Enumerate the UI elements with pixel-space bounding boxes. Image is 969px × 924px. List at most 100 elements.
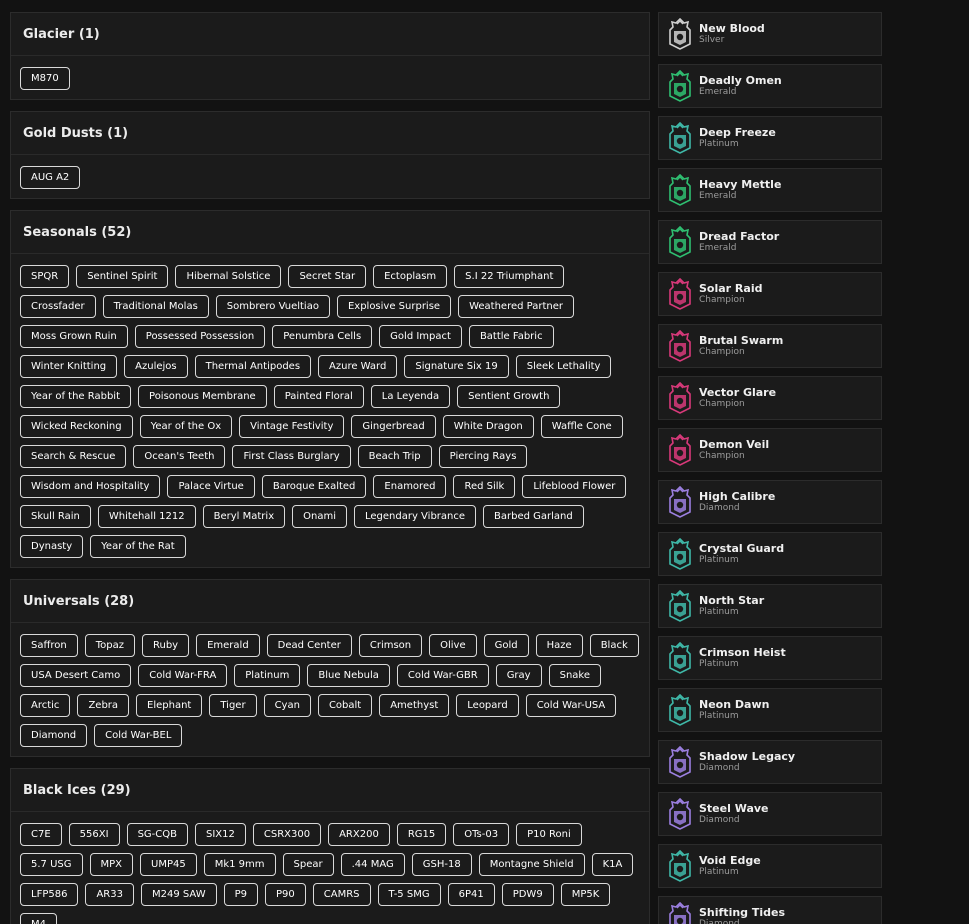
skin-chip[interactable]: Montagne Shield <box>478 853 585 876</box>
skin-chip[interactable]: Ectoplasm <box>373 265 448 288</box>
charm-item-crimson-heist[interactable]: Crimson Heist Platinum <box>658 636 882 680</box>
skin-chip[interactable]: Cyan <box>263 694 311 717</box>
skin-chip[interactable]: Thermal Antipodes <box>194 355 312 378</box>
skin-chip[interactable]: Leopard <box>456 694 519 717</box>
skin-chip[interactable]: PDW9 <box>501 883 554 906</box>
skin-chip[interactable]: P9 <box>223 883 258 906</box>
skin-chip[interactable]: USA Desert Camo <box>20 664 132 687</box>
skin-chip[interactable]: Red Silk <box>453 475 516 498</box>
skin-chip[interactable]: Painted Floral <box>273 385 364 408</box>
charm-item-steel-wave[interactable]: Steel Wave Diamond <box>658 792 882 836</box>
skin-chip[interactable]: Sombrero Vueltiao <box>215 295 330 318</box>
skin-chip[interactable]: Onami <box>292 505 347 528</box>
skin-chip[interactable]: Search & Rescue <box>20 445 127 468</box>
skin-chip[interactable]: .44 MAG <box>340 853 405 876</box>
skin-chip[interactable]: Waffle Cone <box>540 415 623 438</box>
charm-item-solar-raid[interactable]: Solar Raid Champion <box>658 272 882 316</box>
skin-chip[interactable]: Enamored <box>373 475 447 498</box>
skin-chip[interactable]: GSH-18 <box>411 853 472 876</box>
skin-chip[interactable]: Winter Knitting <box>20 355 118 378</box>
skin-chip[interactable]: Gray <box>495 664 542 687</box>
skin-chip[interactable]: Sentient Growth <box>457 385 561 408</box>
skin-chip[interactable]: Gold <box>483 634 529 657</box>
skin-chip[interactable]: S.I 22 Triumphant <box>454 265 565 288</box>
skin-chip[interactable]: Lifeblood Flower <box>522 475 627 498</box>
skin-chip[interactable]: Beryl Matrix <box>202 505 286 528</box>
skin-chip[interactable]: Dynasty <box>20 535 84 558</box>
skin-chip[interactable]: Topaz <box>84 634 135 657</box>
skin-chip[interactable]: MP5K <box>560 883 611 906</box>
skin-chip[interactable]: Cold War-GBR <box>396 664 489 687</box>
skin-chip[interactable]: Sleek Lethality <box>515 355 612 378</box>
skin-chip[interactable]: Olive <box>429 634 477 657</box>
skin-chip[interactable]: Cold War-FRA <box>138 664 228 687</box>
charm-item-deep-freeze[interactable]: Deep Freeze Platinum <box>658 116 882 160</box>
skin-chip[interactable]: Tiger <box>209 694 257 717</box>
skin-chip[interactable]: OTs-03 <box>453 823 510 846</box>
skin-chip[interactable]: Hibernal Solstice <box>175 265 282 288</box>
skin-chip[interactable]: P10 Roni <box>516 823 582 846</box>
skin-chip[interactable]: Whitehall 1212 <box>97 505 196 528</box>
skin-chip[interactable]: Poisonous Membrane <box>138 385 267 408</box>
skin-chip[interactable]: Emerald <box>196 634 260 657</box>
skin-chip[interactable]: Palace Virtue <box>167 475 255 498</box>
skin-chip[interactable]: Possessed Possession <box>134 325 266 348</box>
skin-chip[interactable]: Traditional Molas <box>102 295 209 318</box>
skin-chip[interactable]: 556XI <box>68 823 120 846</box>
skin-chip[interactable]: La Leyenda <box>370 385 451 408</box>
skin-chip[interactable]: Mk1 9mm <box>203 853 276 876</box>
skin-chip[interactable]: Moss Grown Ruin <box>20 325 128 348</box>
skin-chip[interactable]: Legendary Vibrance <box>353 505 477 528</box>
skin-chip[interactable]: AUG A2 <box>20 166 81 189</box>
skin-chip[interactable]: Haze <box>535 634 583 657</box>
charm-item-brutal-swarm[interactable]: Brutal Swarm Champion <box>658 324 882 368</box>
skin-chip[interactable]: Explosive Surprise <box>336 295 452 318</box>
skin-chip[interactable]: Sentinel Spirit <box>76 265 169 288</box>
charm-item-high-calibre[interactable]: High Calibre Diamond <box>658 480 882 524</box>
skin-chip[interactable]: AR33 <box>85 883 134 906</box>
skin-chip[interactable]: M870 <box>20 67 70 90</box>
skin-chip[interactable]: Ocean's Teeth <box>133 445 226 468</box>
charm-item-demon-veil[interactable]: Demon Veil Champion <box>658 428 882 472</box>
skin-chip[interactable]: SG-CQB <box>126 823 188 846</box>
skin-chip[interactable]: Dead Center <box>266 634 352 657</box>
charm-item-new-blood[interactable]: New Blood Silver <box>658 12 882 56</box>
skin-chip[interactable]: Amethyst <box>379 694 450 717</box>
skin-chip[interactable]: Azure Ward <box>318 355 398 378</box>
skin-chip[interactable]: Skull Rain <box>20 505 91 528</box>
skin-chip[interactable]: Battle Fabric <box>468 325 554 348</box>
skin-chip[interactable]: SPQR <box>20 265 70 288</box>
skin-chip[interactable]: Black <box>589 634 639 657</box>
skin-chip[interactable]: ARX200 <box>328 823 390 846</box>
charm-item-deadly-omen[interactable]: Deadly Omen Emerald <box>658 64 882 108</box>
skin-chip[interactable]: White Dragon <box>442 415 534 438</box>
skin-chip[interactable]: M249 SAW <box>140 883 217 906</box>
skin-chip[interactable]: CSRX300 <box>252 823 322 846</box>
skin-chip[interactable]: C7E <box>20 823 62 846</box>
skin-chip[interactable]: Snake <box>548 664 601 687</box>
charm-item-neon-dawn[interactable]: Neon Dawn Platinum <box>658 688 882 732</box>
skin-chip[interactable]: Vintage Festivity <box>239 415 345 438</box>
skin-chip[interactable]: Piercing Rays <box>438 445 528 468</box>
charm-item-crystal-guard[interactable]: Crystal Guard Platinum <box>658 532 882 576</box>
skin-chip[interactable]: Signature Six 19 <box>404 355 509 378</box>
skin-chip[interactable]: Platinum <box>234 664 301 687</box>
skin-chip[interactable]: RG15 <box>396 823 447 846</box>
skin-chip[interactable]: Arctic <box>20 694 71 717</box>
charm-item-void-edge[interactable]: Void Edge Platinum <box>658 844 882 888</box>
skin-chip[interactable]: Year of the Rabbit <box>20 385 132 408</box>
skin-chip[interactable]: Wicked Reckoning <box>20 415 133 438</box>
skin-chip[interactable]: Spear <box>282 853 334 876</box>
skin-chip[interactable]: Cobalt <box>317 694 373 717</box>
charm-item-dread-factor[interactable]: Dread Factor Emerald <box>658 220 882 264</box>
skin-chip[interactable]: K1A <box>591 853 634 876</box>
skin-chip[interactable]: Baroque Exalted <box>261 475 367 498</box>
skin-chip[interactable]: Year of the Ox <box>139 415 233 438</box>
skin-chip[interactable]: Wisdom and Hospitality <box>20 475 161 498</box>
charm-item-shifting-tides[interactable]: Shifting Tides Diamond <box>658 896 882 924</box>
skin-chip[interactable]: Cold War-BEL <box>94 724 183 747</box>
skin-chip[interactable]: Elephant <box>136 694 203 717</box>
skin-chip[interactable]: Azulejos <box>124 355 188 378</box>
skin-chip[interactable]: Beach Trip <box>357 445 432 468</box>
skin-chip[interactable]: First Class Burglary <box>232 445 351 468</box>
